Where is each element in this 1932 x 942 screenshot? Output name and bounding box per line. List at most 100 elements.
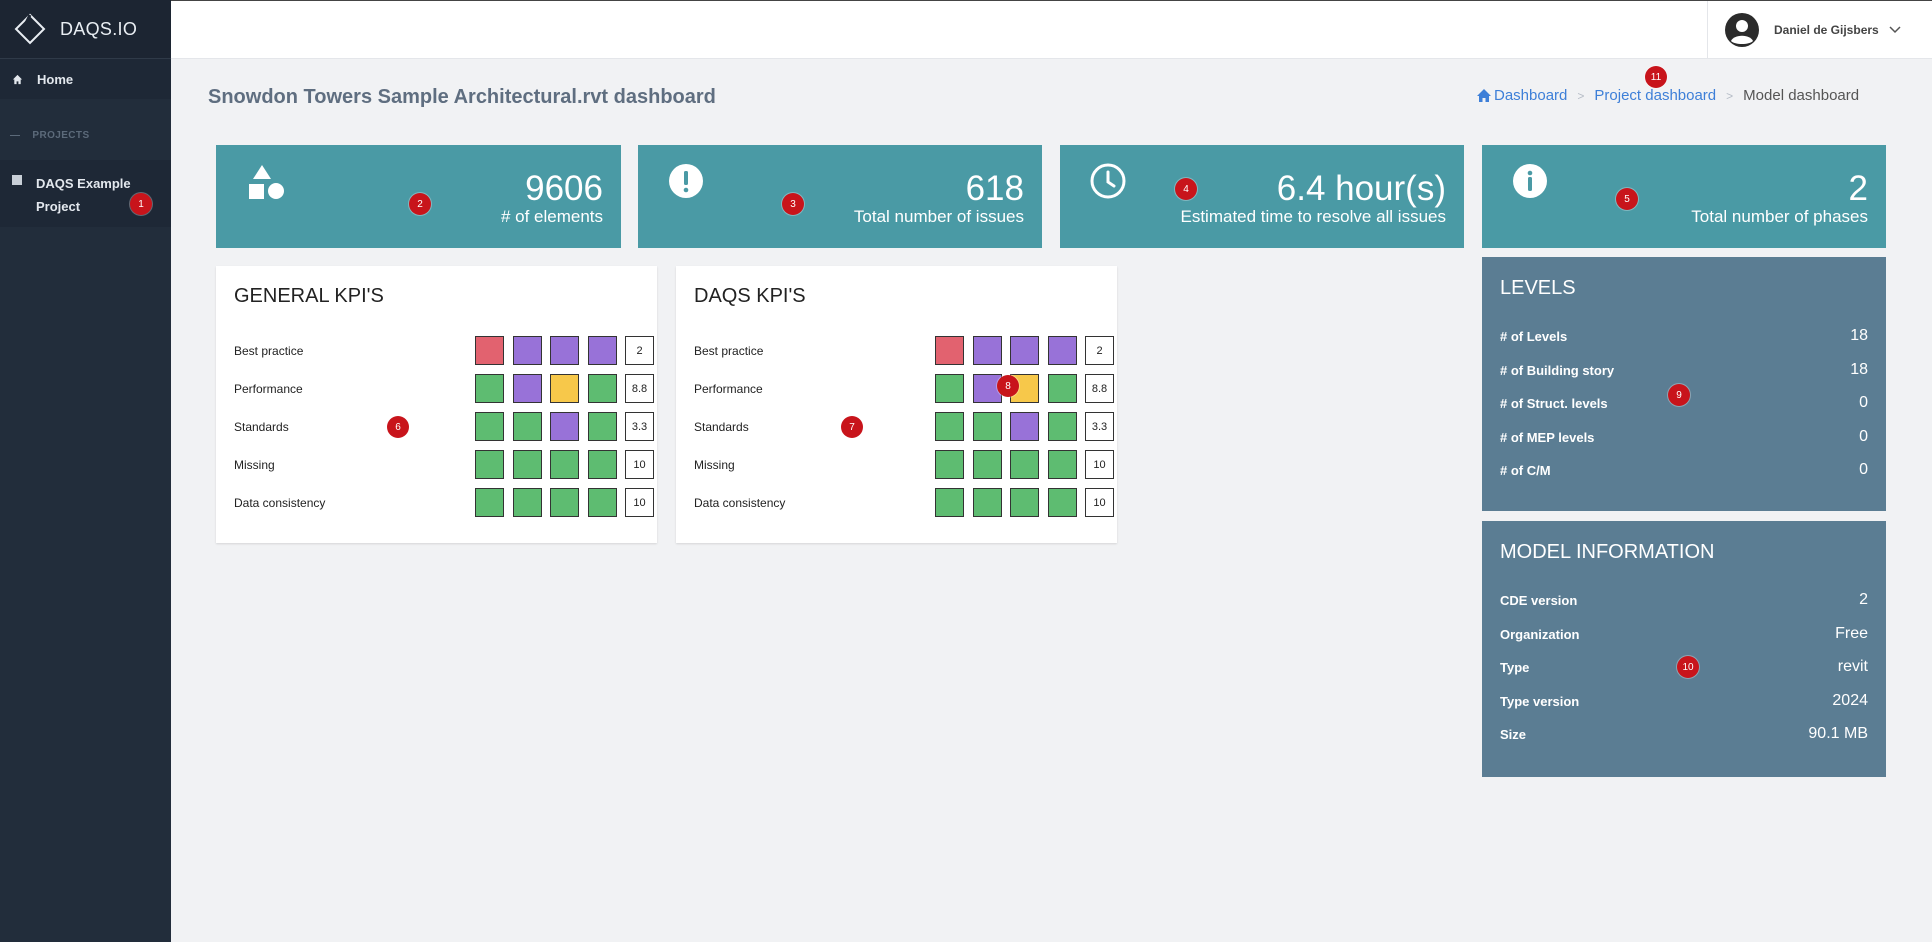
kpi-row-label: Data consistency (694, 496, 786, 510)
kpi-cell-green[interactable] (935, 374, 964, 403)
panel-row-value: Free (1835, 624, 1868, 642)
kpi-cells: 2 (475, 336, 654, 365)
user-menu[interactable]: Daniel de Gijsbers (1707, 1, 1932, 59)
panel-row-label: Organization (1500, 626, 1580, 642)
daqs-kpi-card: DAQS KPI'S Best practice 2 Performance 8.8 S… (676, 266, 1117, 543)
kpi-score: 10 (625, 488, 654, 517)
kpi-cell-green[interactable] (1010, 450, 1039, 479)
shapes-icon (246, 163, 286, 208)
kpi-row-label: Standards (694, 420, 749, 434)
kpi-cell-green[interactable] (475, 412, 504, 441)
panel-row-value: 18 (1850, 327, 1868, 344)
kpi-cell-green[interactable] (935, 488, 964, 517)
kpi-cell-green[interactable] (1047, 488, 1077, 517)
kpi-cell-yellow[interactable] (550, 374, 579, 403)
panel-row: CDE version 2 (1500, 589, 1868, 613)
kpi-row-label: Missing (234, 458, 275, 472)
kpi-cell-green[interactable] (935, 412, 964, 441)
panel-row-label: Size (1500, 727, 1527, 742)
kpi-cell-green[interactable] (587, 450, 617, 479)
kpi-cell-purple[interactable] (1010, 336, 1039, 365)
kpi-cell-green[interactable] (512, 488, 542, 517)
kpi-cell-purple[interactable] (550, 412, 579, 441)
kpi-cell-green[interactable] (1047, 374, 1077, 403)
kpi-cell-green[interactable] (475, 450, 504, 479)
stat-label: Total number of phases (1691, 207, 1868, 226)
kpi-cell-purple[interactable] (587, 336, 617, 365)
annotation-marker: 6 (387, 416, 409, 438)
kpi-cell-green[interactable] (1010, 488, 1039, 517)
kpi-cell-green[interactable] (1047, 412, 1077, 441)
kpi-cell-green[interactable] (972, 450, 1002, 479)
brand[interactable]: DAQS.IO (0, 0, 171, 59)
dash-icon: — (10, 129, 21, 141)
kpi-row-label: Performance (234, 382, 303, 396)
kpi-cell-green[interactable] (972, 488, 1002, 517)
panel-row: # of Building story 18 (1500, 359, 1868, 383)
panel-row: # of Levels 18 (1500, 325, 1868, 349)
kpi-row: Best practice 2 (694, 336, 1114, 366)
kpi-cell-purple[interactable] (512, 336, 542, 365)
kpi-cells: 3.3 (475, 412, 654, 441)
annotation-marker: 7 (841, 416, 863, 438)
user-name: Daniel de Gijsbers (1774, 23, 1879, 37)
kpi-cell-green[interactable] (935, 450, 964, 479)
panel-row-value: 0 (1859, 394, 1868, 411)
kpi-cell-green[interactable] (587, 412, 617, 441)
sidebar-item-home[interactable]: Home (0, 59, 171, 99)
panel-row-value: 0 (1859, 427, 1868, 445)
sidebar: DAQS.IO Home — PROJECTS DAQS Example Pro… (0, 0, 171, 942)
annotation-marker: 3 (782, 193, 804, 215)
panel-row: # of MEP levels 0 (1500, 426, 1868, 450)
chevron-down-icon[interactable] (1889, 21, 1901, 39)
kpi-cell-red[interactable] (475, 336, 504, 365)
project-square-icon (12, 175, 22, 185)
kpi-cell-green[interactable] (550, 488, 579, 517)
kpi-cell-green[interactable] (475, 374, 504, 403)
kpi-card-title: GENERAL KPI'S (234, 285, 384, 307)
breadcrumb-separator-icon: > (1577, 88, 1585, 103)
info-icon (1512, 163, 1552, 208)
kpi-cells: 2 (935, 336, 1114, 365)
topbar: Daniel de Gijsbers (171, 0, 1932, 59)
kpi-cell-green[interactable] (972, 412, 1002, 441)
kpi-cell-purple[interactable] (512, 374, 542, 403)
kpi-cell-purple[interactable] (1047, 336, 1077, 365)
levels-panel: LEVELS # of Levels 18 # of Building story 1… (1482, 257, 1886, 511)
kpi-cell-green[interactable] (512, 450, 542, 479)
sidebar-item-label: DAQS Example Project (36, 176, 131, 214)
kpi-cells: 10 (475, 488, 654, 517)
kpi-cell-green[interactable] (512, 412, 542, 441)
kpi-cells: 10 (475, 450, 654, 479)
kpi-cell-red[interactable] (935, 336, 964, 365)
home-icon (12, 73, 24, 85)
panel-row-label: Type version (1500, 693, 1580, 709)
kpi-cell-green[interactable] (475, 488, 504, 517)
kpi-cell-green[interactable] (587, 488, 617, 517)
kpi-cell-purple[interactable] (1010, 412, 1039, 441)
kpi-cell-green[interactable] (587, 374, 617, 403)
kpi-row-label: Performance (694, 382, 763, 396)
kpi-cells: 10 (935, 488, 1114, 517)
panel-row-value: 0 (1859, 461, 1868, 478)
annotation-marker: 10 (1677, 656, 1699, 678)
page-title: Snowdon Towers Sample Architectural.rvt … (208, 86, 716, 108)
avatar-icon (1724, 12, 1760, 48)
panel-row-value: 90.1 MB (1808, 725, 1868, 742)
stat-card-time: 6.4 hour(s) Estimated time to resolve al… (1060, 145, 1464, 248)
stat-label: # of elements (500, 207, 603, 226)
kpi-cell-green[interactable] (1047, 450, 1077, 479)
kpi-cell-green[interactable] (550, 450, 579, 479)
breadcrumb-project-dashboard[interactable]: Project dashboard (1594, 87, 1716, 104)
panel-row-value: revit (1837, 658, 1868, 675)
breadcrumb-label: Dashboard (1494, 87, 1568, 104)
kpi-row: Standards 3.3 (234, 412, 654, 442)
breadcrumb-dashboard[interactable]: Dashboard (1476, 87, 1567, 104)
kpi-cell-purple[interactable] (972, 336, 1002, 365)
kpi-row: Data consistency 10 (694, 488, 1114, 518)
panel-row-label: # of Building story (1500, 362, 1615, 378)
panel-row-value: 18 (1850, 360, 1868, 378)
kpi-cell-purple[interactable] (550, 336, 579, 365)
kpi-score: 2 (625, 336, 654, 365)
kpi-score: 10 (625, 450, 654, 479)
